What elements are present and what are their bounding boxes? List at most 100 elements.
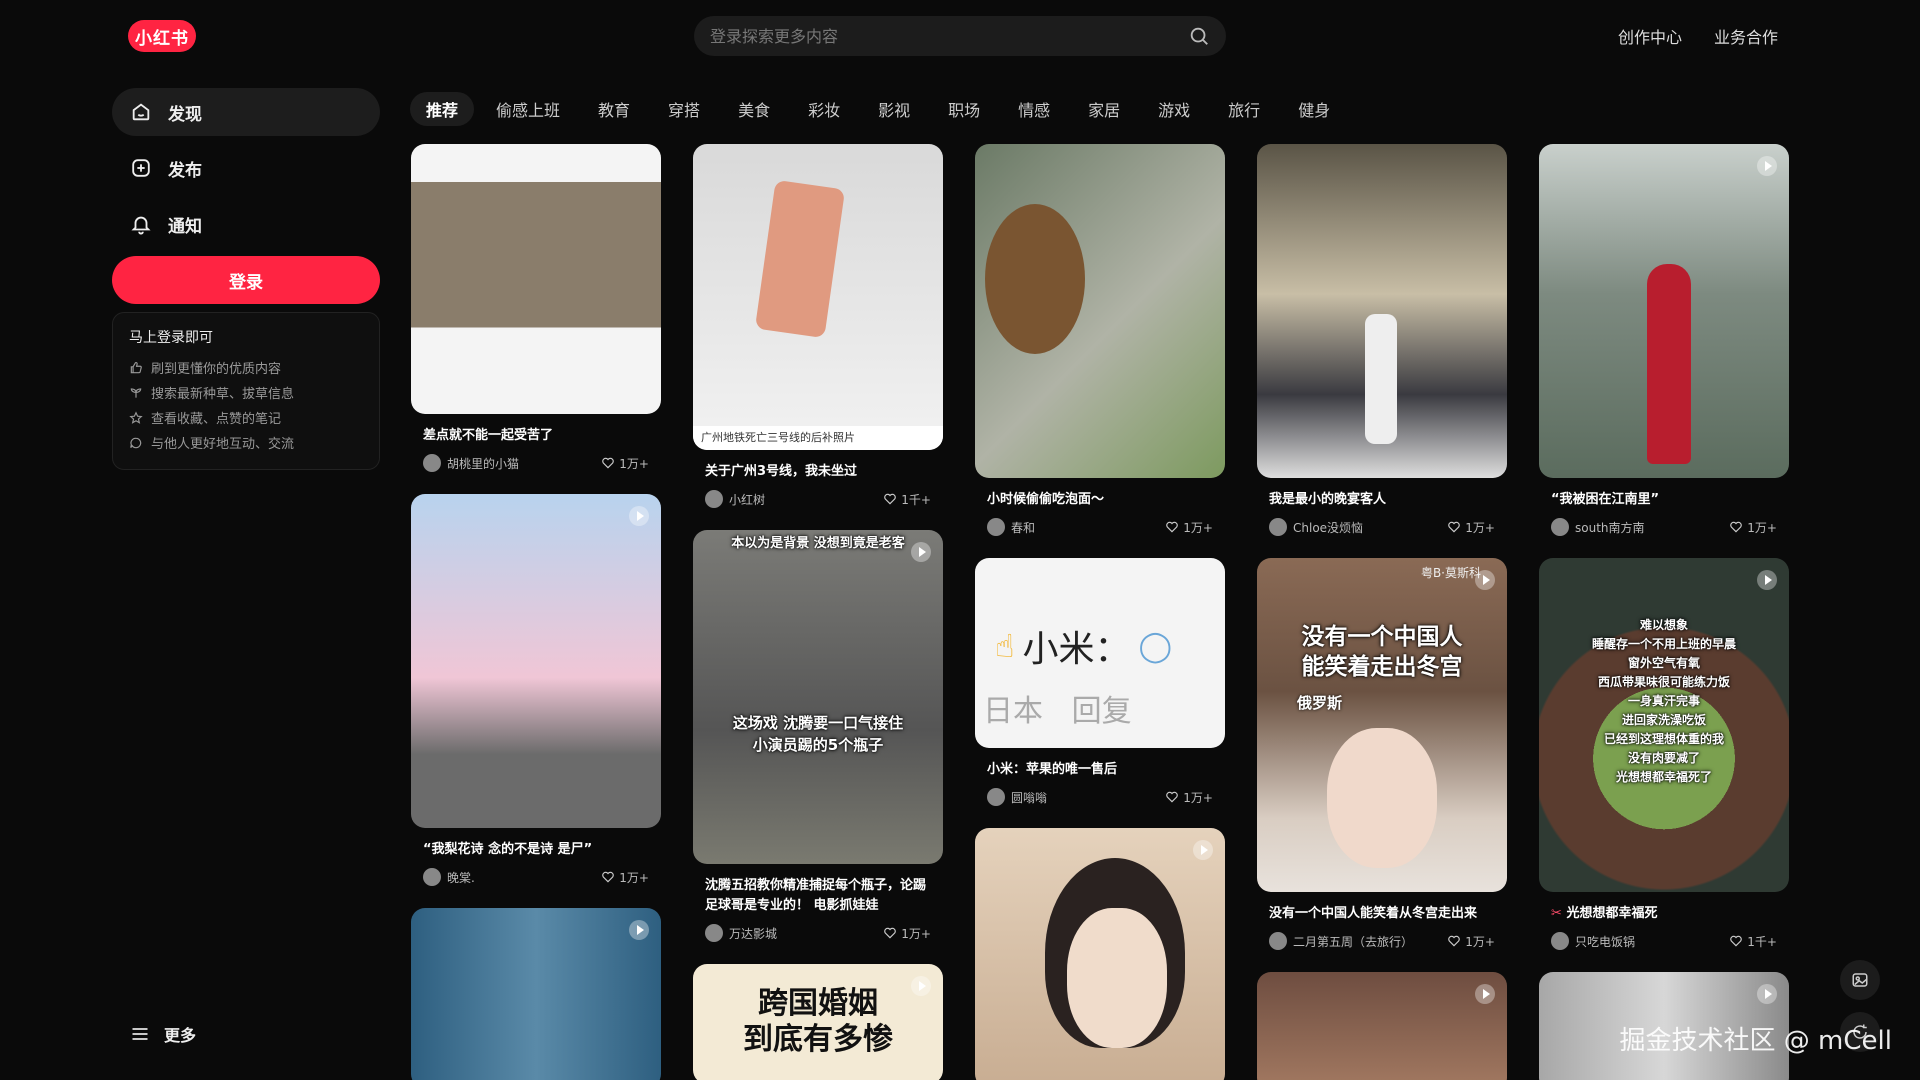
like-button[interactable]: 1万+ bbox=[601, 869, 649, 886]
avatar[interactable] bbox=[423, 868, 441, 886]
search-input[interactable] bbox=[710, 26, 1188, 46]
note-title[interactable]: 沈腾五招教你精准捕捉每个瓶子，论踢足球哥是专业的！ 电影抓娃娃 bbox=[693, 864, 943, 916]
note-title[interactable]: “我被困在江南里” bbox=[1539, 478, 1789, 510]
tab-makeup[interactable]: 彩妆 bbox=[792, 92, 856, 126]
note-title[interactable]: 小米：苹果的唯一售后 bbox=[975, 748, 1225, 780]
avatar[interactable] bbox=[1551, 932, 1569, 950]
sidebar-item-notifications[interactable]: 通知 bbox=[112, 200, 380, 248]
note-title[interactable]: “我梨花诗 念的不是诗 是尸” bbox=[411, 828, 661, 860]
like-button[interactable]: 1万+ bbox=[1729, 519, 1777, 536]
xiaohongshu-logo[interactable]: 小红书 bbox=[128, 20, 196, 52]
business-cooperation-link[interactable]: 业务合作 bbox=[1714, 24, 1778, 48]
tab-travel[interactable]: 旅行 bbox=[1212, 92, 1276, 126]
note-title[interactable]: 差点就不能一起受苦了 bbox=[411, 414, 661, 446]
note-cover[interactable]: 粤B·莫斯科 没有一个中国人 能笑着走出冬宫 俄罗斯 bbox=[1257, 558, 1507, 892]
avatar[interactable] bbox=[1269, 518, 1287, 536]
creator-center-link[interactable]: 创作中心 bbox=[1618, 24, 1682, 48]
author-name[interactable]: 圆嗡嗡 bbox=[1011, 789, 1047, 806]
like-count: 1万+ bbox=[1465, 520, 1495, 535]
note-card[interactable] bbox=[975, 828, 1225, 1080]
search-bar[interactable] bbox=[694, 16, 1226, 56]
note-cover[interactable] bbox=[411, 494, 661, 828]
login-button[interactable]: 登录 bbox=[112, 256, 380, 304]
note-cover[interactable]: ☝ 小米： ◯ 日本 回复 bbox=[975, 558, 1225, 748]
note-card[interactable] bbox=[1257, 972, 1507, 1080]
like-count: 1万+ bbox=[619, 456, 649, 471]
note-title[interactable]: 我是最小的晚宴客人 bbox=[1257, 478, 1507, 510]
note-card[interactable]: 广州地铁死亡三号线的后补照片 关于广州3号线，我未坐过 小红树 1千+ bbox=[693, 144, 943, 508]
like-button[interactable]: 1万+ bbox=[1447, 933, 1495, 950]
note-cover[interactable] bbox=[1257, 144, 1507, 478]
avatar[interactable] bbox=[987, 788, 1005, 806]
note-cover[interactable]: 难以想象 睡醒存一个不用上班的早晨 窗外空气有氧 西瓜带果味很可能练力饭 一身真… bbox=[1539, 558, 1789, 892]
note-card[interactable]: “我被困在江南里” south南方南 1万+ bbox=[1539, 144, 1789, 536]
benefit-row: 刷到更懂你的优质内容 bbox=[129, 355, 363, 380]
note-cover[interactable]: 广州地铁死亡三号线的后补照片 bbox=[693, 144, 943, 450]
like-button[interactable]: 1万+ bbox=[601, 455, 649, 472]
author-name[interactable]: 春和 bbox=[1011, 519, 1035, 536]
tab-emotion[interactable]: 情感 bbox=[1002, 92, 1066, 126]
note-card[interactable]: 粤B·莫斯科 没有一个中国人 能笑着走出冬宫 俄罗斯 没有一个中国人能笑着从冬宫… bbox=[1257, 558, 1507, 950]
author-name[interactable]: 晚棠. bbox=[447, 869, 475, 886]
note-card[interactable]: 跨国婚姻 到底有多惨 bbox=[693, 964, 943, 1080]
note-card[interactable]: 本以为是背景 没想到竟是老客 这场戏 沈腾要一口气接住 小演员踢的5个瓶子 沈腾… bbox=[693, 530, 943, 942]
note-cover[interactable] bbox=[1257, 972, 1507, 1080]
sidebar-item-publish[interactable]: 发布 bbox=[112, 144, 380, 192]
tab-education[interactable]: 教育 bbox=[582, 92, 646, 126]
avatar[interactable] bbox=[987, 518, 1005, 536]
tab-outfit[interactable]: 穿搭 bbox=[652, 92, 716, 126]
like-button[interactable]: 1万+ bbox=[1165, 519, 1213, 536]
cover-subtext: 日本 回复 bbox=[983, 694, 1132, 729]
image-view-button[interactable] bbox=[1840, 960, 1880, 1000]
note-title[interactable]: ✂ 光想想都幸福死 bbox=[1539, 892, 1789, 924]
author-name[interactable]: 二月第五周（去旅行） bbox=[1293, 933, 1413, 950]
note-card[interactable]: 我是最小的晚宴客人 Chloe没烦恼 1万+ bbox=[1257, 144, 1507, 536]
note-title[interactable]: 小时候偷偷吃泡面～ bbox=[975, 478, 1225, 510]
tab-home[interactable]: 家居 bbox=[1072, 92, 1136, 126]
tab-recommend[interactable]: 推荐 bbox=[410, 92, 475, 126]
note-card[interactable]: “我梨花诗 念的不是诗 是尸” 晚棠. 1万+ bbox=[411, 494, 661, 886]
like-button[interactable]: 1千+ bbox=[883, 491, 931, 508]
note-card[interactable]: 难以想象 睡醒存一个不用上班的早晨 窗外空气有氧 西瓜带果味很可能练力饭 一身真… bbox=[1539, 558, 1789, 950]
sidebar-item-label: 发布 bbox=[168, 160, 202, 181]
home-icon bbox=[132, 103, 150, 121]
tab-food[interactable]: 美食 bbox=[722, 92, 786, 126]
avatar[interactable] bbox=[1551, 518, 1569, 536]
cover-subtext: 俄罗斯 bbox=[1297, 694, 1343, 712]
like-button[interactable]: 1千+ bbox=[1729, 933, 1777, 950]
author-name[interactable]: 万达影城 bbox=[729, 925, 777, 942]
note-cover[interactable] bbox=[975, 828, 1225, 1080]
note-cover[interactable] bbox=[411, 908, 661, 1080]
note-card[interactable]: ☝ 小米： ◯ 日本 回复 小米：苹果的唯一售后 圆嗡嗡 1万+ bbox=[975, 558, 1225, 806]
like-button[interactable]: 1万+ bbox=[883, 925, 931, 942]
avatar[interactable] bbox=[1269, 932, 1287, 950]
note-card[interactable]: 小时候偷偷吃泡面～ 春和 1万+ bbox=[975, 144, 1225, 536]
sidebar-item-discover[interactable]: 发现 bbox=[112, 88, 380, 136]
note-cover[interactable]: 本以为是背景 没想到竟是老客 这场戏 沈腾要一口气接住 小演员踢的5个瓶子 bbox=[693, 530, 943, 864]
tab-sneaky-work[interactable]: 偷感上班 bbox=[480, 92, 576, 126]
like-button[interactable]: 1万+ bbox=[1447, 519, 1495, 536]
note-cover[interactable] bbox=[975, 144, 1225, 478]
note-card[interactable] bbox=[411, 908, 661, 1080]
avatar[interactable] bbox=[705, 490, 723, 508]
tab-games[interactable]: 游戏 bbox=[1142, 92, 1206, 126]
author-name[interactable]: Chloe没烦恼 bbox=[1293, 519, 1363, 536]
note-cover[interactable]: 跨国婚姻 到底有多惨 bbox=[693, 964, 943, 1080]
more-menu-button[interactable]: 更多 bbox=[130, 1022, 196, 1046]
like-button[interactable]: 1万+ bbox=[1165, 789, 1213, 806]
author-name[interactable]: 只吃电饭锅 bbox=[1575, 933, 1635, 950]
avatar[interactable] bbox=[423, 454, 441, 472]
avatar[interactable] bbox=[705, 924, 723, 942]
search-icon[interactable] bbox=[1188, 25, 1210, 47]
author-name[interactable]: 胡桃里的小猫 bbox=[447, 455, 519, 472]
tab-career[interactable]: 职场 bbox=[932, 92, 996, 126]
note-title[interactable]: 没有一个中国人能笑着从冬宫走出来 bbox=[1257, 892, 1507, 924]
note-cover[interactable] bbox=[1539, 144, 1789, 478]
author-name[interactable]: south南方南 bbox=[1575, 519, 1645, 536]
note-card[interactable]: 差点就不能一起受苦了 胡桃里的小猫 1万+ bbox=[411, 144, 661, 472]
note-cover[interactable] bbox=[411, 144, 661, 414]
author-name[interactable]: 小红树 bbox=[729, 491, 765, 508]
tab-fitness[interactable]: 健身 bbox=[1282, 92, 1346, 126]
tab-film[interactable]: 影视 bbox=[862, 92, 926, 126]
note-title[interactable]: 关于广州3号线，我未坐过 bbox=[693, 450, 943, 482]
